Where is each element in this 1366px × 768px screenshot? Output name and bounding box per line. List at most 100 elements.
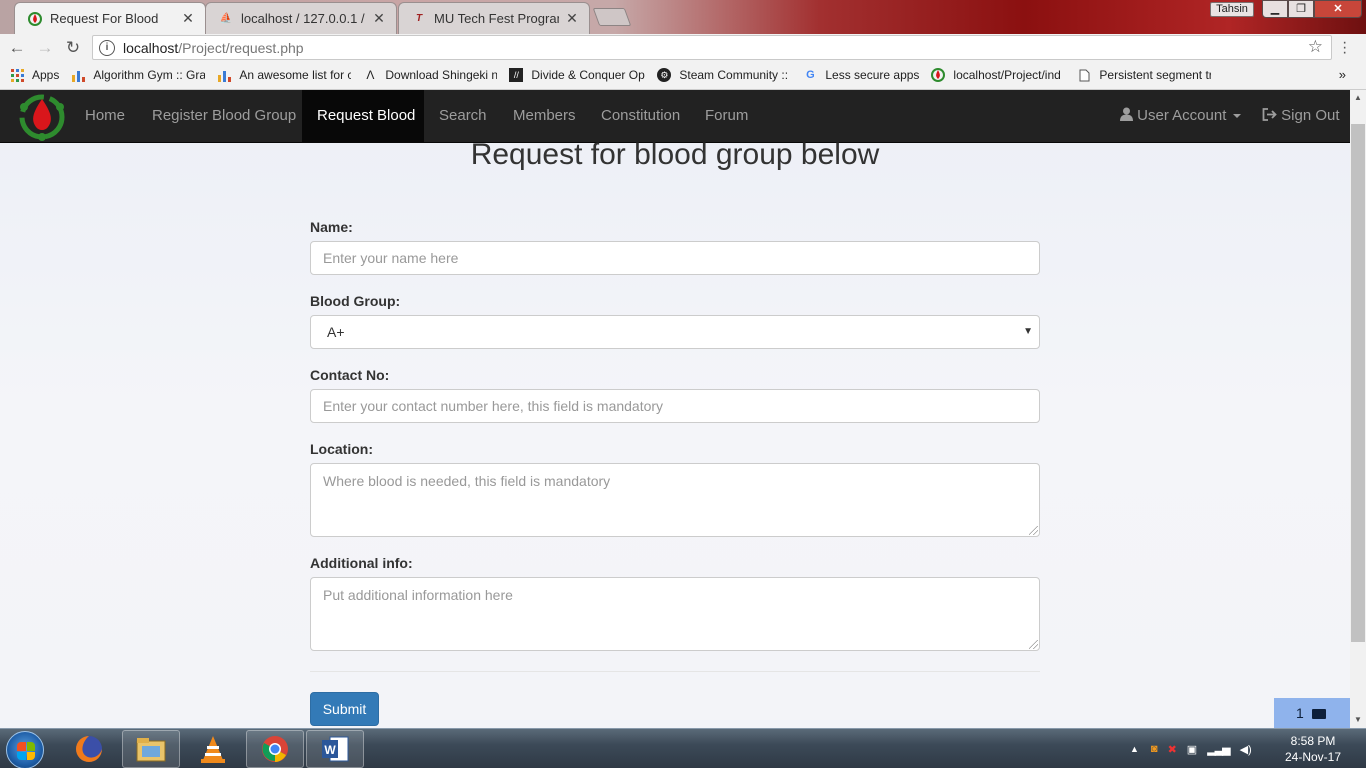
name-label: Name: [310, 219, 353, 235]
url-path: /Project/request.php [178, 39, 304, 56]
windows-taskbar: W ▲ ◙ ✖ ▣ ▂▃▅ ◀) 8:58 PM 24-Nov-17 [0, 728, 1366, 768]
word-icon[interactable]: W [306, 730, 364, 768]
close-window-button[interactable]: ✕ [1314, 0, 1362, 18]
name-input[interactable]: Enter your name here [310, 241, 1040, 275]
bookmark-label: Download Shingeki n [385, 68, 498, 82]
tab-mu-tech-fest[interactable]: T MU Tech Fest Programm ✕ [398, 2, 590, 34]
bookmark-algorithm-gym[interactable]: Algorithm Gym :: Gra [71, 68, 205, 82]
sign-out-link[interactable]: Sign Out [1262, 90, 1340, 142]
bookmark-less-secure-apps[interactable]: G Less secure apps [803, 68, 919, 82]
taskbar-clock[interactable]: 8:58 PM 24-Nov-17 [1278, 733, 1348, 765]
bookmarks-bar: Apps Algorithm Gym :: Gra An awesome lis… [0, 61, 1366, 90]
nav-search[interactable]: Search [424, 90, 502, 142]
url-host: localhost [123, 39, 179, 56]
close-icon[interactable]: ✕ [565, 10, 579, 27]
bookmark-label: An awesome list for c [239, 68, 352, 82]
apps-grid-icon [10, 68, 24, 82]
network-error-icon[interactable]: ✖ [1168, 743, 1177, 756]
form-divider [310, 671, 1040, 672]
bookmark-divide-conquer[interactable]: // Divide & Conquer Op [509, 68, 645, 82]
address-bar[interactable]: i localhost/Project/request.php ☆ [92, 35, 1332, 60]
chrome-icon[interactable] [246, 730, 304, 768]
browser-tabstrip: Request For Blood ✕ ⛵ localhost / 127.0.… [0, 0, 1366, 34]
nav-register-blood-group[interactable]: Register Blood Group [137, 90, 311, 142]
sign-out-icon [1262, 107, 1281, 124]
contact-input[interactable]: Enter your contact number here, this fie… [310, 389, 1040, 423]
close-icon[interactable]: ✕ [181, 10, 195, 27]
show-hidden-icons-icon[interactable]: ▲ [1130, 744, 1139, 754]
blood-group-selected: A+ [327, 324, 345, 340]
browser-menu-icon[interactable]: · · · [1342, 35, 1348, 61]
tab-title: Request For Blood [50, 11, 159, 26]
scroll-down-icon[interactable]: ▼ [1350, 712, 1366, 728]
location-textarea[interactable]: Where blood is needed, this field is man… [310, 463, 1040, 537]
nav-home[interactable]: Home [70, 90, 140, 142]
contact-label: Contact No: [310, 367, 390, 383]
file-explorer-icon[interactable] [122, 730, 180, 768]
firefox-icon[interactable] [60, 730, 118, 768]
volume-icon[interactable]: ◀) [1240, 743, 1252, 756]
tab-request-for-blood[interactable]: Request For Blood ✕ [14, 2, 206, 34]
page-title: Request for blood group below [470, 138, 880, 171]
windows-logo-icon [17, 742, 35, 760]
nav-members[interactable]: Members [498, 90, 591, 142]
steam-icon: ⚙ [657, 68, 672, 82]
bar-chart-icon [71, 68, 85, 82]
nav-constitution[interactable]: Constitution [586, 90, 695, 142]
bookmark-shingeki[interactable]: Λ Download Shingeki n [363, 68, 497, 82]
clock-time: 8:58 PM [1290, 734, 1336, 748]
page-viewport: Home Register Blood Group Request Blood … [0, 90, 1350, 728]
bookmark-label: Steam Community :: ( [679, 68, 792, 82]
nav-forum[interactable]: Forum [690, 90, 763, 142]
additional-info-textarea[interactable]: Put additional information here [310, 577, 1040, 651]
profile-button[interactable]: Tahsin [1210, 2, 1254, 17]
bookmark-steam[interactable]: ⚙ Steam Community :: ( [657, 68, 791, 82]
reload-icon[interactable]: ↻ [62, 37, 84, 59]
bookmark-label: Divide & Conquer Op [531, 68, 645, 82]
sign-out-label: Sign Out [1281, 107, 1340, 124]
forward-icon[interactable]: → [34, 37, 56, 59]
new-tab-button[interactable] [592, 8, 632, 26]
blood-group-label: Blood Group: [310, 293, 401, 309]
browser-toolbar: ← → ↻ i localhost/Project/request.php ☆ … [0, 34, 1366, 61]
user-account-dropdown[interactable]: User Account [1120, 90, 1241, 142]
close-icon[interactable]: ✕ [372, 10, 386, 27]
scrollbar-thumb[interactable] [1351, 124, 1365, 642]
chat-widget[interactable]: 1 [1274, 698, 1350, 728]
vlc-icon[interactable] [184, 730, 242, 768]
system-tray: ▲ ◙ ✖ ▣ ▂▃▅ ◀) [1130, 729, 1252, 768]
bookmark-label: Apps [32, 68, 60, 82]
resize-handle[interactable] [1029, 640, 1038, 649]
start-button[interactable] [6, 731, 44, 768]
tab-title: MU Tech Fest Programm [434, 11, 559, 26]
maximize-button[interactable]: ❐ [1288, 0, 1314, 18]
resize-handle[interactable] [1029, 526, 1038, 535]
location-placeholder: Where blood is needed, this field is man… [323, 473, 611, 489]
usb-icon[interactable]: ▣ [1187, 743, 1197, 756]
codechef-icon: // [509, 68, 524, 82]
bookmark-persistent-segment[interactable]: Persistent segment tr [1077, 68, 1211, 82]
bookmark-apps[interactable]: Apps [10, 68, 59, 82]
bookmark-awesome-list[interactable]: An awesome list for c [217, 68, 351, 82]
site-logo[interactable] [14, 91, 70, 141]
nav-request-blood[interactable]: Request Blood [302, 90, 424, 142]
svg-text:W: W [324, 743, 336, 757]
info-icon[interactable]: i [99, 39, 115, 56]
page-scrollbar[interactable]: ▲ ▼ [1350, 90, 1366, 728]
avast-icon[interactable]: ◙ [1151, 743, 1158, 755]
signal-icon[interactable]: ▂▃▅ [1207, 743, 1230, 756]
minimize-button[interactable]: ▁ [1262, 0, 1288, 18]
location-label: Location: [310, 441, 373, 457]
submit-button[interactable]: Submit [310, 692, 379, 726]
blood-group-select[interactable]: A+ ▼ [310, 315, 1040, 349]
google-icon: G [806, 69, 815, 81]
bookmark-star-icon[interactable]: ☆ [1308, 37, 1323, 57]
additional-info-placeholder: Put additional information here [323, 587, 513, 603]
tab-phpmyadmin[interactable]: ⛵ localhost / 127.0.0.1 / nin ✕ [205, 2, 397, 34]
more-bookmarks-icon[interactable]: » [1339, 67, 1346, 82]
bookmark-localhost-project[interactable]: localhost/Project/ind [931, 68, 1065, 82]
toph-icon: T [415, 13, 423, 24]
back-icon[interactable]: ← [6, 37, 28, 59]
additional-info-label: Additional info: [310, 555, 413, 571]
scroll-up-icon[interactable]: ▲ [1350, 90, 1366, 106]
